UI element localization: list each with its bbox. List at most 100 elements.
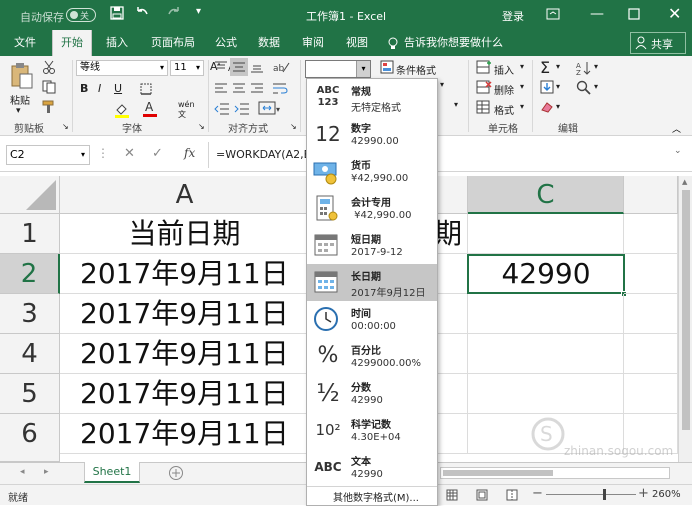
row-header-6[interactable]: 6 <box>0 414 60 462</box>
zoom-level[interactable]: 260% <box>652 489 681 500</box>
format-painter-icon[interactable] <box>42 100 56 114</box>
format-scientific[interactable]: 10² 科学记数 4.30E+04 <box>307 412 437 449</box>
alignment-launcher-icon[interactable]: ↘ <box>290 122 297 131</box>
chevron-down-icon[interactable]: ▾ <box>556 102 560 111</box>
cell-a6[interactable]: 2017年9月11日 <box>60 414 310 454</box>
chevron-down-icon[interactable]: ▾ <box>594 62 598 71</box>
sort-filter-icon[interactable]: AZ <box>576 60 592 76</box>
clear-icon[interactable] <box>540 100 554 114</box>
cell-a3[interactable]: 2017年9月11日 <box>60 294 310 334</box>
sheet-tab-sheet1[interactable]: Sheet1 <box>84 462 140 483</box>
format-percentage[interactable]: % 百分比 4299000.00% <box>307 338 437 375</box>
insert-function-icon[interactable]: fx <box>184 146 195 160</box>
scroll-sheets-left-icon[interactable]: ◂ <box>20 467 25 477</box>
italic-icon[interactable]: I <box>98 82 101 95</box>
font-name-select[interactable]: 等线 ▾ <box>76 60 168 76</box>
normal-view-icon[interactable] <box>446 489 458 501</box>
chevron-down-icon[interactable]: ▾ <box>454 100 458 109</box>
name-box[interactable]: C2 ▾ <box>6 145 90 165</box>
zoom-slider-thumb[interactable] <box>603 489 606 500</box>
page-break-view-icon[interactable] <box>506 489 518 501</box>
cell-a2[interactable]: 2017年9月11日 <box>60 254 310 294</box>
cell-d6[interactable] <box>624 414 678 454</box>
row-header-1[interactable]: 1 <box>0 214 60 254</box>
autosum-icon[interactable]: Σ <box>540 58 550 77</box>
format-number[interactable]: 12 数字 42990.00 <box>307 116 437 153</box>
zoom-out-icon[interactable]: − <box>532 486 543 501</box>
phonetic-icon[interactable]: wén 文 <box>178 100 195 120</box>
paste-label[interactable]: 粘贴 <box>10 92 30 107</box>
decrease-indent-icon[interactable] <box>214 102 230 116</box>
expand-formula-icon[interactable]: ⌄ <box>674 146 682 156</box>
scroll-up-icon[interactable]: ▲ <box>682 178 687 186</box>
cancel-entry-icon[interactable]: ✕ <box>124 146 135 161</box>
orientation-icon[interactable]: ab <box>272 60 290 74</box>
font-color-icon[interactable]: A <box>142 100 158 118</box>
tab-view[interactable]: 视图 <box>346 30 368 56</box>
merge-center-icon[interactable]: ▾ <box>258 100 282 116</box>
chevron-down-icon[interactable]: ▾ <box>520 82 524 91</box>
column-header-a[interactable]: A <box>60 176 310 214</box>
number-format-select[interactable]: ▾ <box>305 60 371 78</box>
increase-indent-icon[interactable] <box>234 102 250 116</box>
chevron-down-icon[interactable]: ▾ <box>356 61 370 77</box>
cell-c3[interactable] <box>468 294 624 334</box>
column-header-c[interactable]: C <box>468 176 624 214</box>
format-general[interactable]: ABC 123 常规 无特定格式 <box>307 79 437 116</box>
delete-label[interactable]: 删除 <box>494 82 514 97</box>
cell-d5[interactable] <box>624 374 678 414</box>
font-launcher-icon[interactable]: ↘ <box>198 122 205 131</box>
conditional-format-icon[interactable] <box>380 60 394 74</box>
cell-d4[interactable] <box>624 334 678 374</box>
format-currency[interactable]: 货币 ¥42,990.00 <box>307 153 437 190</box>
cell-d1[interactable] <box>624 214 678 254</box>
format-time[interactable]: 时间 00:00:00 <box>307 301 437 338</box>
find-select-icon[interactable] <box>576 80 592 96</box>
formula-input[interactable]: =WORKDAY(A2,B <box>216 148 311 161</box>
horizontal-scrollbar[interactable] <box>440 467 670 479</box>
chevron-down-icon[interactable]: ▾ <box>556 62 560 71</box>
tab-data[interactable]: 数据 <box>258 30 280 56</box>
format-label[interactable]: 格式 <box>494 102 514 117</box>
format-cells-icon[interactable] <box>476 100 492 114</box>
cut-icon[interactable] <box>42 60 56 74</box>
cell-d3[interactable] <box>624 294 678 334</box>
tell-me-search[interactable]: 告诉我你想要做什么 <box>404 30 503 56</box>
top-align-icon[interactable] <box>214 60 228 74</box>
collapse-ribbon-icon[interactable]: ︿ <box>672 122 681 135</box>
cell-c5[interactable] <box>468 374 624 414</box>
save-icon[interactable] <box>110 6 124 20</box>
fill-color-icon[interactable] <box>114 102 130 118</box>
cell-d2[interactable] <box>624 254 678 294</box>
more-number-formats[interactable]: 其他数字格式(M)... <box>333 489 419 504</box>
cell-c1[interactable] <box>468 214 624 254</box>
tab-home[interactable]: 开始 <box>52 30 92 56</box>
align-center-icon[interactable] <box>232 82 246 96</box>
cell-c4[interactable] <box>468 334 624 374</box>
ribbon-display-icon[interactable] <box>546 8 560 20</box>
tab-file[interactable]: 文件 <box>14 30 36 56</box>
middle-align-icon[interactable] <box>230 58 248 76</box>
insert-cells-icon[interactable] <box>476 60 492 74</box>
tab-formulas[interactable]: 公式 <box>215 30 237 56</box>
cell-c6[interactable] <box>468 414 624 454</box>
row-header-5[interactable]: 5 <box>0 374 60 414</box>
chevron-down-icon[interactable]: ▾ <box>556 82 560 91</box>
column-header-d[interactable] <box>624 176 678 214</box>
wrap-text-icon[interactable] <box>272 82 288 96</box>
paste-icon[interactable] <box>10 62 34 90</box>
format-accounting[interactable]: 会计专用 ¥42,990.00 <box>307 190 437 227</box>
scrollbar-thumb[interactable] <box>682 190 690 430</box>
bottom-align-icon[interactable] <box>250 60 264 74</box>
delete-cells-icon[interactable] <box>476 80 492 94</box>
tab-insert[interactable]: 插入 <box>106 30 128 56</box>
fill-down-icon[interactable] <box>540 80 554 94</box>
clipboard-launcher-icon[interactable]: ↘ <box>62 122 69 131</box>
cell-a5[interactable]: 2017年9月11日 <box>60 374 310 414</box>
vertical-scrollbar[interactable]: ▲ <box>678 176 692 462</box>
underline-icon[interactable]: U <box>114 82 122 95</box>
format-fraction[interactable]: ½ 分数 42990 <box>307 375 437 412</box>
zoom-in-icon[interactable]: + <box>638 486 649 501</box>
chevron-down-icon[interactable]: ▾ <box>440 80 444 89</box>
bold-icon[interactable]: B <box>80 82 88 95</box>
